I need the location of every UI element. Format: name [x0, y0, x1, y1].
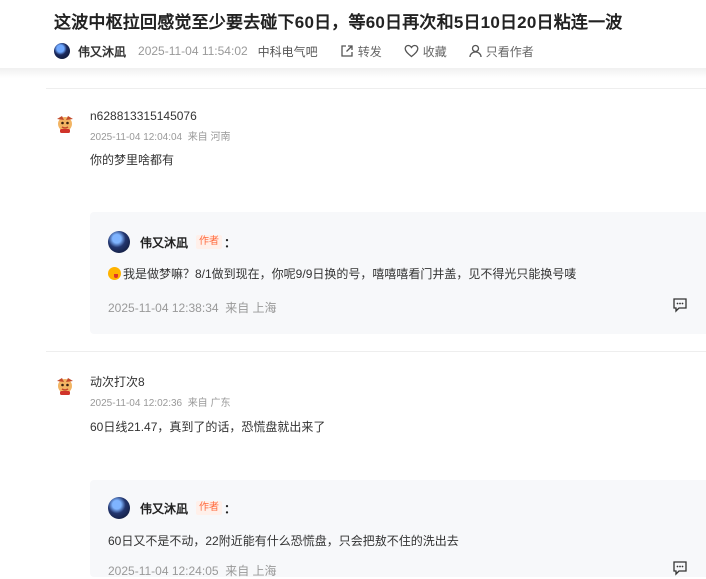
share-button[interactable]: 转发 — [340, 43, 382, 60]
reply-location: 来自 上海 — [225, 564, 277, 578]
reply-text-row: 我是做梦嘛？8/1做到现在，你呢9/9日换的号，嘻嘻嘻看门井盖，见不得光只能换号… — [108, 265, 576, 282]
share-label: 转发 — [357, 44, 382, 59]
reply-text: 我是做梦嘛？8/1做到现在，你呢9/9日换的号，嘻嘻嘻看门井盖，见不得光只能换号… — [123, 267, 577, 281]
comment-username[interactable]: 动次打次8 — [90, 373, 145, 390]
tongue-emoji-icon — [108, 267, 121, 280]
collect-label: 收藏 — [422, 44, 447, 59]
comment-username[interactable]: n628813315145076 — [90, 109, 197, 123]
comment-meta: 2025-11-04 12:02:36 来自 广东 — [90, 394, 230, 409]
post-meta: 伟又沐凪 2025-11-04 11:54:02 中科电气吧 转发 收藏 只看作… — [54, 42, 534, 60]
reply-text: 60日又不是不动，22附近能有什么恐慌盘，只会把敖不住的洗出去 — [108, 534, 459, 548]
reply-header: 伟又沐凪 作者 ： — [108, 231, 236, 253]
author-name[interactable]: 伟又沐凪 — [78, 43, 126, 60]
commenter-avatar[interactable] — [54, 374, 76, 396]
reply-author-avatar[interactable] — [108, 231, 130, 253]
bar-link[interactable]: 中科电气吧 — [258, 43, 318, 60]
header-shadow — [0, 68, 706, 78]
reply-author-name[interactable]: 伟又沐凪 — [140, 500, 188, 517]
comment-time: 2025-11-04 12:02:36 — [90, 398, 183, 409]
reply-header: 伟又沐凪 作者 ： — [108, 497, 236, 519]
comment-location: 来自 河南 — [187, 132, 231, 143]
collect-button[interactable]: 收藏 — [404, 43, 447, 60]
commenter-avatar[interactable] — [54, 112, 76, 134]
comment-reply-icon[interactable] — [672, 297, 688, 313]
reply-text-row: 60日又不是不动，22附近能有什么恐慌盘，只会把敖不住的洗出去 — [108, 532, 459, 549]
share-icon — [341, 45, 353, 57]
reply-author-avatar[interactable] — [108, 497, 130, 519]
comment-text: 你的梦里啥都有 — [90, 153, 175, 167]
post-date: 2025-11-04 11:54:02 — [138, 44, 248, 58]
comment-time: 2025-11-04 12:04:04 — [90, 132, 183, 143]
reply-time: 2025-11-04 12:38:34 — [108, 301, 219, 315]
comment-meta: 2025-11-04 12:04:04 来自 河南 — [90, 128, 230, 143]
reply-meta: 2025-11-04 12:24:05 来自 上海 — [108, 562, 277, 579]
comment-text: 60日线21.47，真到了的话，恐慌盘就出来了 — [90, 420, 326, 434]
author-avatar[interactable] — [54, 43, 70, 59]
user-icon — [469, 44, 482, 58]
author-reply: 伟又沐凪 作者 ： 我是做梦嘛？8/1做到现在，你呢9/9日换的号，嘻嘻嘻看门井… — [90, 212, 706, 334]
post-title: 这波中枢拉回感觉至少要去碰下60日，等60日再次和5日10日20日粘连一波 — [54, 13, 623, 32]
author-badge: 作者 — [196, 235, 223, 249]
author-reply: 伟又沐凪 作者 ： 60日又不是不动，22附近能有什么恐慌盘，只会把敖不住的洗出… — [90, 480, 706, 579]
author-badge: 作者 — [196, 501, 223, 515]
reply-author-name[interactable]: 伟又沐凪 — [140, 234, 188, 251]
reply-time: 2025-11-04 12:24:05 — [108, 564, 219, 578]
reply-meta: 2025-11-04 12:38:34 来自 上海 — [108, 299, 277, 316]
only-author-button[interactable]: 只看作者 — [469, 43, 534, 60]
comment-location: 来自 广东 — [187, 398, 231, 409]
reply-colon: ： — [224, 235, 237, 250]
divider — [46, 351, 706, 352]
comment-reply-icon[interactable] — [672, 560, 688, 576]
only-author-label: 只看作者 — [485, 44, 534, 59]
heart-icon — [404, 44, 419, 58]
reply-location: 来自 上海 — [225, 301, 277, 315]
divider — [46, 88, 706, 89]
reply-colon: ： — [224, 501, 237, 516]
